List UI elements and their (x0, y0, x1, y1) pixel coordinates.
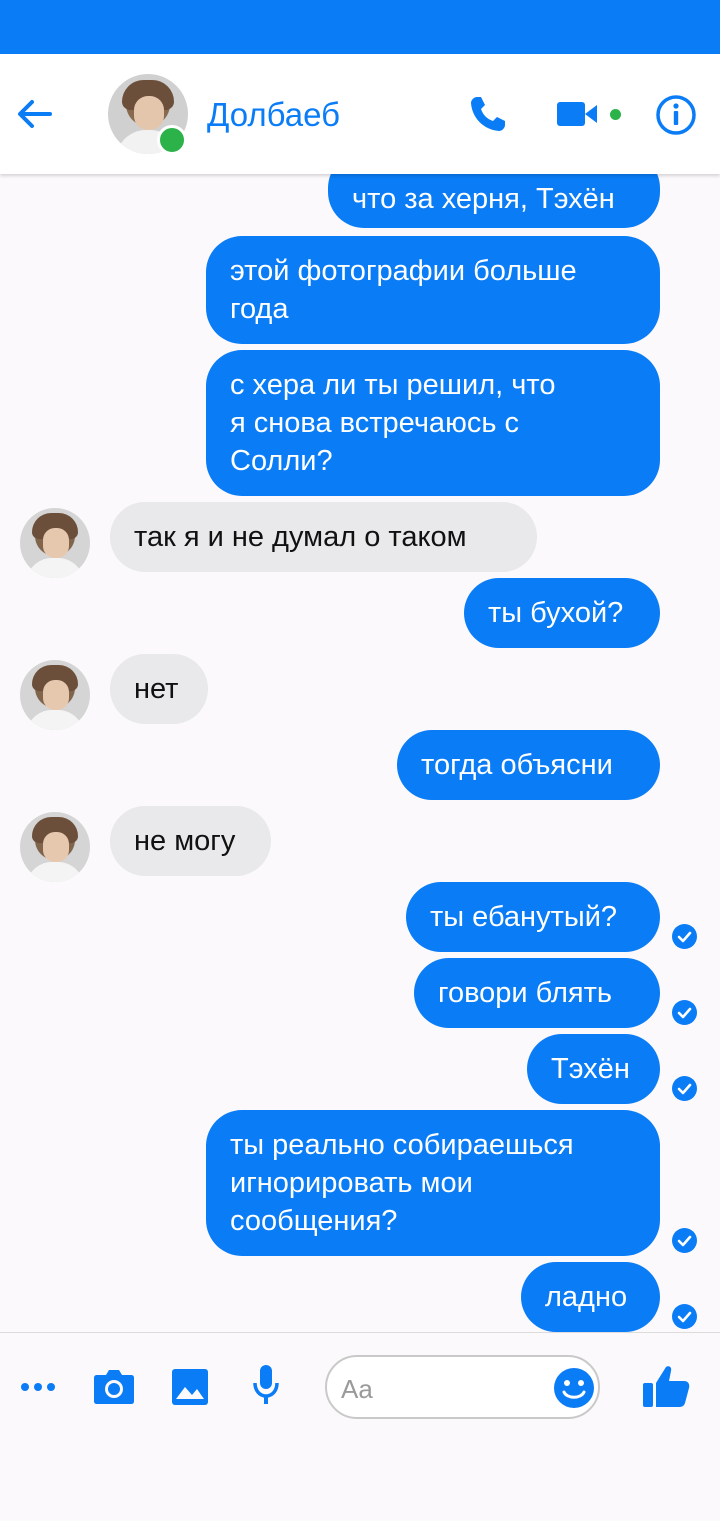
message-text: не могу (134, 825, 236, 857)
seen-check-icon (672, 1076, 697, 1101)
microphone-icon[interactable] (252, 1363, 280, 1412)
contact-name[interactable]: Долбаеб (207, 96, 340, 134)
message-text: ты реально собираешься игнорировать мои … (230, 1129, 574, 1237)
message-bubble-outgoing[interactable]: с хера ли ты решил, что я снова встречаю… (206, 350, 660, 496)
video-camera-icon[interactable] (557, 99, 597, 134)
status-bar (0, 0, 720, 54)
seen-check-icon (672, 924, 697, 949)
emoji-icon[interactable] (553, 1367, 595, 1414)
message-text: так я и не думал о таком (134, 521, 467, 553)
message-bubble-outgoing[interactable]: говори блять (414, 958, 660, 1028)
message-text: этой фотографии больше года (230, 255, 577, 325)
message-text: ты бухой? (488, 597, 624, 629)
more-dots-icon[interactable] (20, 1377, 56, 1402)
message-text: что за херня, Тэхён (352, 183, 615, 215)
seen-check-icon (672, 1304, 697, 1329)
seen-check-icon (672, 1228, 697, 1253)
composer-bar: Aa (0, 1332, 720, 1521)
seen-check-icon (672, 1000, 697, 1025)
message-text: ты ебанутый? (430, 901, 618, 933)
message-bubble-incoming[interactable]: нет (110, 654, 208, 724)
phone-icon[interactable] (468, 94, 508, 139)
gallery-icon[interactable] (172, 1369, 208, 1410)
message-bubble-outgoing[interactable]: тогда объясни (397, 730, 660, 800)
message-bubble-outgoing[interactable]: Тэхён (527, 1034, 660, 1104)
online-status-dot (157, 125, 187, 155)
message-bubble-outgoing[interactable]: ты бухой? (464, 578, 660, 648)
message-text: говори блять (438, 977, 612, 1009)
message-bubble-outgoing[interactable]: этой фотографии больше года (206, 236, 660, 344)
contact-avatar-small (20, 508, 90, 578)
contact-avatar-small (20, 660, 90, 730)
message-bubble-incoming[interactable]: так я и не думал о таком (110, 502, 537, 572)
camera-icon[interactable] (93, 1367, 135, 1410)
conversation-header: Долбаеб (0, 54, 720, 174)
message-text: ладно (545, 1281, 628, 1313)
message-bubble-outgoing[interactable]: ты реально собираешься игнорировать мои … (206, 1110, 660, 1256)
back-arrow-icon[interactable] (14, 94, 54, 134)
message-input-placeholder: Aa (341, 1374, 373, 1404)
message-text: тогда объясни (421, 749, 613, 781)
message-text: с хера ли ты решил, что я снова встречаю… (230, 369, 556, 477)
message-bubble-outgoing[interactable]: ты ебанутый? (406, 882, 660, 952)
message-text: Тэхён (551, 1053, 630, 1085)
message-input[interactable]: Aa (325, 1355, 600, 1419)
video-active-dot (610, 109, 621, 120)
message-bubble-incoming[interactable]: не могу (110, 806, 271, 876)
contact-avatar-small (20, 812, 90, 882)
message-list[interactable]: что за херня, Тэхён этой фотографии боль… (0, 174, 720, 1332)
message-bubble-outgoing[interactable]: что за херня, Тэхён (328, 174, 660, 228)
thumbs-up-icon[interactable] (642, 1365, 690, 1414)
info-icon[interactable] (655, 94, 697, 141)
message-bubble-outgoing[interactable]: ладно (521, 1262, 660, 1332)
message-text: нет (134, 673, 179, 705)
